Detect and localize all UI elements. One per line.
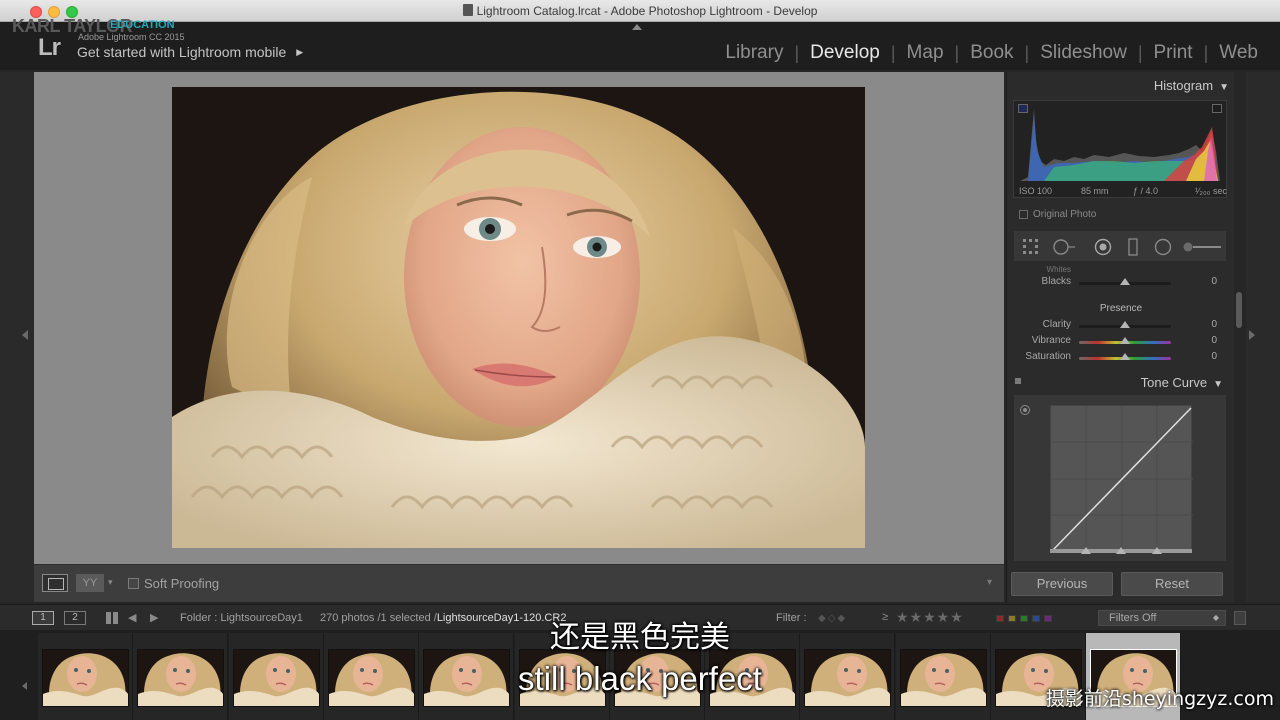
tone-curve-line	[1051, 406, 1193, 552]
tone-curve-title-wrap: Tone Curve ▼	[1141, 375, 1223, 390]
whites-label: Whites	[1046, 265, 1071, 274]
module-map[interactable]: Map	[907, 42, 944, 64]
window-title-wrap: Lightroom Catalog.lrcat - Adobe Photosho…	[0, 4, 1280, 18]
left-panel-collapsed	[0, 72, 34, 602]
toolbar-content-dropdown-icon[interactable]: ▾	[987, 577, 992, 588]
loupe-view-button[interactable]	[42, 574, 68, 592]
original-photo-checkbox[interactable]	[1019, 210, 1028, 219]
midtones-split-handle[interactable]	[1116, 547, 1126, 554]
right-panel-scroll-thumb[interactable]	[1236, 292, 1242, 328]
vibrance-value: 0	[1211, 335, 1217, 346]
shutter-readout: ¹⁄₂₀₀ sec	[1195, 186, 1227, 196]
shadows-split-handle[interactable]	[1081, 547, 1091, 554]
saturation-label: Saturation	[1025, 351, 1071, 362]
right-panel-scrollbar[interactable]	[1234, 72, 1246, 602]
collapse-triangle-icon: ▼	[1219, 82, 1229, 93]
saturation-slider-thumb[interactable]	[1120, 353, 1130, 360]
module-picker: Library | Develop | Map | Book | Slideshow | Print…	[725, 42, 1258, 64]
soft-proofing-label: Soft Proofing	[144, 576, 220, 591]
subtitle-chinese: 还是黑色完美	[550, 620, 730, 655]
module-separator: |	[890, 42, 896, 63]
module-separator: |	[1203, 42, 1209, 63]
tone-curve-panel-switch[interactable]	[1015, 378, 1021, 384]
window-title: Lightroom Catalog.lrcat - Adobe Photosho…	[476, 4, 818, 18]
document-icon	[462, 4, 473, 16]
watermark: 摄影前沿sheyingzyz.com	[1045, 688, 1274, 710]
histogram-title: Histogram	[1153, 78, 1214, 93]
portrait-image	[172, 87, 865, 548]
radial-filter-icon[interactable]	[1154, 238, 1172, 256]
left-panel-toggle-icon[interactable]	[22, 330, 28, 340]
module-separator: |	[1137, 42, 1143, 63]
brand-tag: EDUCATION	[110, 19, 175, 31]
vibrance-label: Vibrance	[1031, 335, 1071, 346]
module-library[interactable]: Library	[725, 42, 783, 64]
tone-curve-panel	[1013, 394, 1227, 562]
clarity-slider-thumb[interactable]	[1120, 321, 1130, 328]
adjustment-brush-icon[interactable]	[1182, 238, 1222, 256]
module-slideshow[interactable]: Slideshow	[1040, 42, 1127, 64]
main-photo[interactable]	[172, 87, 865, 548]
before-after-button[interactable]: YY	[76, 574, 104, 592]
iso-readout: ISO 100	[1019, 186, 1053, 196]
tone-curve-title: Tone Curve	[1140, 375, 1208, 390]
tone-curve-header[interactable]: Tone Curve ▼	[1007, 374, 1235, 392]
before-after-dropdown-icon[interactable]: ▾	[108, 577, 113, 588]
soft-proofing-checkbox[interactable]	[128, 578, 139, 589]
top-panel-toggle-icon[interactable]	[632, 24, 642, 30]
targeted-adjustment-icon[interactable]	[1020, 405, 1030, 415]
previous-button[interactable]: Previous	[1011, 572, 1113, 596]
histogram-graph	[1020, 109, 1220, 181]
title-bar: Lightroom Catalog.lrcat - Adobe Photosho…	[0, 0, 1280, 22]
module-book[interactable]: Book	[970, 42, 1013, 64]
mobile-prompt-text: Get started with Lightroom mobile	[77, 44, 287, 60]
mobile-prompt-link[interactable]: Get started with Lightroom mobile ▶	[77, 44, 303, 60]
lightroom-logo: Lr	[38, 34, 61, 61]
tone-curve-graph[interactable]	[1050, 405, 1193, 552]
develop-toolbar: YY ▾ Soft Proofing ▾	[34, 564, 1004, 602]
clarity-value: 0	[1211, 319, 1217, 330]
histogram[interactable]	[1013, 100, 1227, 198]
saturation-value: 0	[1211, 351, 1217, 362]
develop-tool-strip	[1013, 230, 1227, 262]
lightroom-window: Lightroom Catalog.lrcat - Adobe Photosho…	[0, 0, 1280, 720]
original-photo-label: Original Photo	[1033, 209, 1097, 220]
reset-button[interactable]: Reset	[1121, 572, 1223, 596]
blacks-slider-thumb[interactable]	[1120, 278, 1130, 285]
right-panel-toggle-icon[interactable]	[1249, 330, 1255, 340]
module-develop[interactable]: Develop	[810, 42, 880, 64]
clarity-label: Clarity	[1042, 319, 1071, 330]
spot-removal-icon[interactable]	[1052, 238, 1076, 256]
graduated-filter-icon[interactable]	[1124, 238, 1142, 256]
develop-right-panel: Histogram ▼ ISO 100 85 mm ƒ / 4.0 ¹⁄₂₀₀ s…	[1006, 72, 1234, 602]
collapse-triangle-icon: ▼	[1213, 379, 1223, 390]
shadow-clipping-indicator[interactable]	[1018, 104, 1028, 113]
module-separator: |	[1024, 42, 1030, 63]
mobile-prompt-arrow-icon: ▶	[296, 47, 304, 57]
blacks-value: 0	[1211, 276, 1217, 287]
highlights-split-handle[interactable]	[1152, 547, 1162, 554]
product-version: Adobe Lightroom CC 2015	[78, 32, 185, 42]
histogram-header[interactable]: Histogram ▼	[1017, 78, 1229, 93]
module-web[interactable]: Web	[1219, 42, 1258, 64]
vibrance-slider-thumb[interactable]	[1120, 337, 1130, 344]
focal-length-readout: 85 mm	[1081, 186, 1109, 196]
red-eye-icon[interactable]	[1094, 238, 1112, 256]
aperture-readout: ƒ / 4.0	[1133, 186, 1159, 196]
module-print[interactable]: Print	[1154, 42, 1193, 64]
top-panel: KARL TAYLOR EDUCATION Lr Adobe Lightroom…	[0, 16, 1280, 70]
presence-heading: Presence	[1099, 303, 1143, 314]
blacks-label: Blacks	[1041, 276, 1071, 287]
module-separator: |	[794, 42, 800, 63]
crop-overlay-icon[interactable]	[1022, 238, 1040, 256]
module-separator: |	[954, 42, 960, 63]
highlight-clipping-indicator[interactable]	[1212, 104, 1222, 113]
